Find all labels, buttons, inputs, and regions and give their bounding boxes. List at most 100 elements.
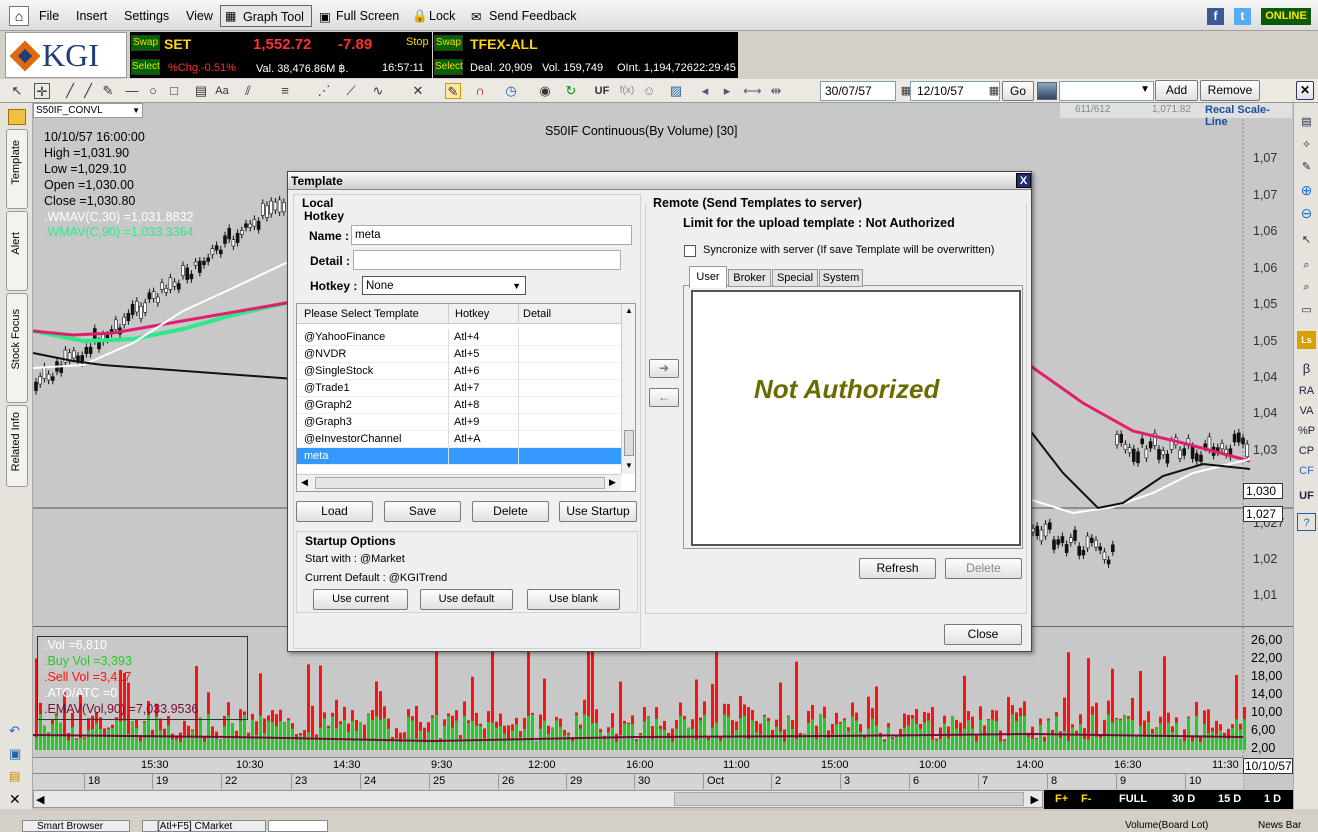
close-button[interactable]: Close [944, 624, 1022, 645]
scroll-thumb[interactable] [674, 792, 1024, 806]
1d-button[interactable]: 1 D [1264, 793, 1281, 805]
twitter-icon[interactable]: t [1234, 8, 1251, 25]
name-input[interactable]: meta [351, 225, 632, 245]
taskbar-news[interactable]: News Bar [1258, 820, 1301, 831]
taskbar-volume[interactable]: Volume(Board Lot) [1125, 820, 1208, 831]
export-icon[interactable]: ▤ [9, 769, 20, 783]
add-button[interactable]: Add [1155, 80, 1198, 101]
symbol-dropdown[interactable]: S50IF_CONVL ▼ [33, 103, 143, 118]
menu-file[interactable]: File [39, 9, 59, 23]
wave-icon[interactable]: ∿ [370, 83, 386, 99]
arrow-right-icon[interactable]: ▸ [719, 83, 735, 99]
select-button-1[interactable]: Select [131, 59, 160, 75]
person-icon[interactable]: ☺ [641, 83, 657, 99]
col-detail[interactable]: Detail [523, 308, 551, 320]
tab-user[interactable]: User [689, 266, 727, 288]
date-from-input[interactable]: 30/07/57 [820, 81, 896, 101]
hline-icon[interactable]: — [124, 83, 140, 99]
remote-template-list[interactable]: Not Authorized [691, 290, 1021, 546]
close-icon[interactable]: ✕ [9, 791, 21, 808]
15d-button[interactable]: 15 D [1218, 793, 1241, 805]
hscroll-left-icon[interactable]: ◀ [301, 477, 308, 488]
detail-input[interactable] [353, 250, 621, 270]
tab-broker[interactable]: Broker [728, 269, 771, 287]
menu-view[interactable]: View [186, 9, 213, 23]
delete-button[interactable]: Delete [472, 501, 549, 522]
use-default-button[interactable]: Use default [420, 589, 513, 610]
sync-checkbox[interactable] [684, 245, 696, 257]
use-blank-button[interactable]: Use blank [527, 589, 620, 610]
home-icon[interactable]: ⌂ [9, 6, 29, 26]
ray-icon[interactable]: ╱ [80, 83, 96, 99]
template-row[interactable]: @SingleStock Atl+6 [297, 363, 621, 380]
menu-send-feedback[interactable]: Send Feedback [489, 9, 577, 23]
pencil-icon[interactable]: ✎ [100, 83, 116, 99]
magnet-icon[interactable]: ∩ [472, 83, 488, 99]
tab-alert[interactable]: Alert [6, 211, 28, 291]
scroll-left-icon[interactable]: ◀ [36, 793, 44, 806]
close-chart-icon[interactable]: ✕ [1296, 81, 1314, 100]
text-icon[interactable]: Aa [214, 83, 230, 99]
zoom-in-icon[interactable]: ⌕ [1297, 256, 1316, 274]
taskbar-active[interactable] [268, 820, 328, 832]
template-row[interactable]: @YahooFinance Atl+4 [297, 329, 621, 346]
ls-icon[interactable]: Ls [1297, 331, 1316, 349]
menu-full-screen[interactable]: Full Screen [336, 9, 399, 23]
taskbar-cmarket[interactable]: [Atl+F5] CMarket [142, 820, 266, 832]
zoom-out-icon[interactable]: ⌕ [1297, 278, 1316, 296]
percent-p-icon[interactable]: %P [1297, 422, 1316, 440]
doc-icon[interactable]: ▤ [1297, 113, 1316, 131]
tab-related-info[interactable]: Related Info [6, 405, 28, 487]
beta-icon[interactable]: β [1297, 360, 1316, 378]
template-row[interactable]: @Graph2 Atl+8 [297, 397, 621, 414]
scroll-right-icon[interactable]: ▶ [1031, 793, 1039, 806]
fan-icon[interactable]: ⋰ [316, 83, 332, 99]
template-row[interactable]: @Graph3 Atl+9 [297, 414, 621, 431]
image-icon[interactable]: ▨ [668, 83, 684, 99]
wizard-icon[interactable]: ✧ [1297, 136, 1316, 154]
cursor-icon[interactable]: ↖ [1297, 231, 1316, 249]
tfex-ticker[interactable]: Swap Select TFEX-ALL Deal. 20,909 Vol. 1… [433, 32, 738, 78]
template-row[interactable]: @Trade1 Atl+7 [297, 380, 621, 397]
col-hotkey[interactable]: Hotkey [455, 308, 489, 320]
facebook-icon[interactable]: f [1207, 8, 1224, 25]
crosshair-icon[interactable]: ✛ [34, 83, 50, 99]
remote-delete-button[interactable]: Delete [945, 558, 1022, 579]
save-icon[interactable]: ▣ [9, 746, 21, 762]
template-row[interactable]: @eInvestorChannel Atl+A [297, 431, 621, 448]
cp-icon[interactable]: CP [1297, 442, 1316, 460]
menu-lock[interactable]: Lock [429, 9, 455, 23]
color-swatch[interactable] [1037, 82, 1057, 100]
edit-icon[interactable]: ✎ [1297, 158, 1316, 176]
list-scroll-thumb[interactable] [624, 430, 634, 456]
menu-settings[interactable]: Settings [124, 9, 169, 23]
f-plus-button[interactable]: F+ [1055, 793, 1068, 805]
tab-stock-focus[interactable]: Stock Focus [6, 293, 28, 403]
uf-icon[interactable]: UF [592, 83, 612, 99]
dialog-close-button[interactable]: X [1016, 173, 1031, 188]
lines-icon[interactable]: ≡ [277, 83, 293, 99]
window-icon[interactable]: ▭ [1297, 301, 1316, 319]
undo-icon[interactable]: ↶ [9, 723, 20, 739]
set-ticker[interactable]: Swap Select SET 1,552.72 -7.89 Stop %Chg… [130, 32, 432, 78]
pointer-icon[interactable]: ↖ [9, 83, 25, 99]
template-row[interactable]: @NVDR Atl+5 [297, 346, 621, 363]
col-template[interactable]: Please Select Template [304, 308, 419, 320]
menu-graph-tool[interactable]: ▦ Graph Tool [220, 5, 312, 27]
menu-insert[interactable]: Insert [76, 9, 107, 23]
palette-icon[interactable]: ◉ [537, 83, 553, 99]
full-button[interactable]: FULL [1119, 793, 1147, 805]
trend-icon[interactable]: ⟋ [343, 83, 359, 99]
shrink-icon[interactable]: ⇹ [768, 83, 784, 99]
minus-icon[interactable]: ⊖ [1297, 204, 1316, 222]
list-hscrollbar[interactable]: ◀ ▶ [297, 474, 621, 491]
use-current-button[interactable]: Use current [313, 589, 408, 610]
tab-system[interactable]: System [819, 269, 863, 287]
channel-icon[interactable]: ⫽ [240, 83, 256, 99]
chart-scrollbar[interactable]: ◀ ▶ [33, 790, 1043, 808]
highlight-icon[interactable]: ✎ [445, 83, 461, 99]
swap-button-2[interactable]: Swap [434, 35, 463, 51]
use-startup-button[interactable]: Use Startup [559, 501, 637, 522]
save-button[interactable]: Save [384, 501, 461, 522]
calendar-to-icon[interactable]: ▦ [986, 83, 1002, 99]
